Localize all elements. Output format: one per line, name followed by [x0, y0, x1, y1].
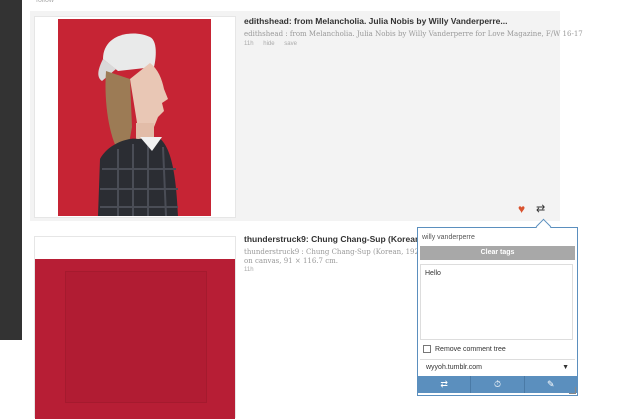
artwork-image [35, 259, 235, 419]
post-photo-frame[interactable] [34, 16, 236, 218]
post-title[interactable]: edithshead: from Melancholia. Julia Nobi… [244, 16, 508, 26]
post-meta: 11h [244, 267, 262, 273]
heart-icon[interactable]: ♥ [518, 203, 525, 215]
chevron-down-icon: ▼ [562, 364, 569, 371]
post-time: 11h [244, 267, 254, 273]
reblog-now-button[interactable]: ⇄ [418, 376, 472, 393]
remove-comment-tree-label: Remove comment tree [435, 345, 506, 353]
left-dark-panel [0, 0, 22, 340]
post-card: edithshead: from Melancholia. Julia Nobi… [30, 11, 583, 221]
post-photo [58, 19, 211, 216]
save-link[interactable]: save [284, 41, 297, 47]
blog-select-value: wyyoh.tumblr.com [426, 364, 483, 371]
clear-tags-button[interactable]: Clear tags [420, 246, 575, 260]
portrait-illustration [58, 19, 211, 216]
remove-comment-tree-checkbox[interactable] [423, 345, 431, 353]
post-title[interactable]: thunderstruck9: Chung Chang-Sup (Korean,… [244, 234, 434, 244]
reblog-popup: willy vanderperre Clear tags Hello Remov… [417, 227, 578, 396]
header-text: follow [36, 0, 54, 4]
hide-link[interactable]: hide [263, 41, 274, 47]
remove-comment-tree-row[interactable]: Remove comment tree [423, 345, 506, 353]
post-meta: 11h hide save [244, 41, 305, 47]
post-caption: thunderstruck9 : Chung Chang-Sup (Korean… [244, 248, 440, 256]
post-caption: edithshead : from Melancholia. Julia Nob… [244, 30, 583, 38]
artwork-inner-panel [65, 271, 207, 403]
post-caption-line2: on canvas, 91 × 116.7 cm. [244, 257, 338, 265]
queue-button[interactable]: ⏱ [471, 376, 525, 393]
post-time: 11h [244, 41, 254, 47]
reblog-icon[interactable]: ⇄ [536, 203, 545, 215]
popup-actions: ⇄ ⏱ ✎ [418, 376, 577, 393]
post-photo[interactable] [34, 236, 236, 419]
resize-handle-icon[interactable] [569, 387, 576, 394]
tags-input[interactable]: willy vanderperre [422, 231, 574, 245]
comment-textarea[interactable]: Hello [420, 264, 573, 340]
blog-select[interactable]: wyyoh.tumblr.com ▼ [420, 359, 575, 374]
